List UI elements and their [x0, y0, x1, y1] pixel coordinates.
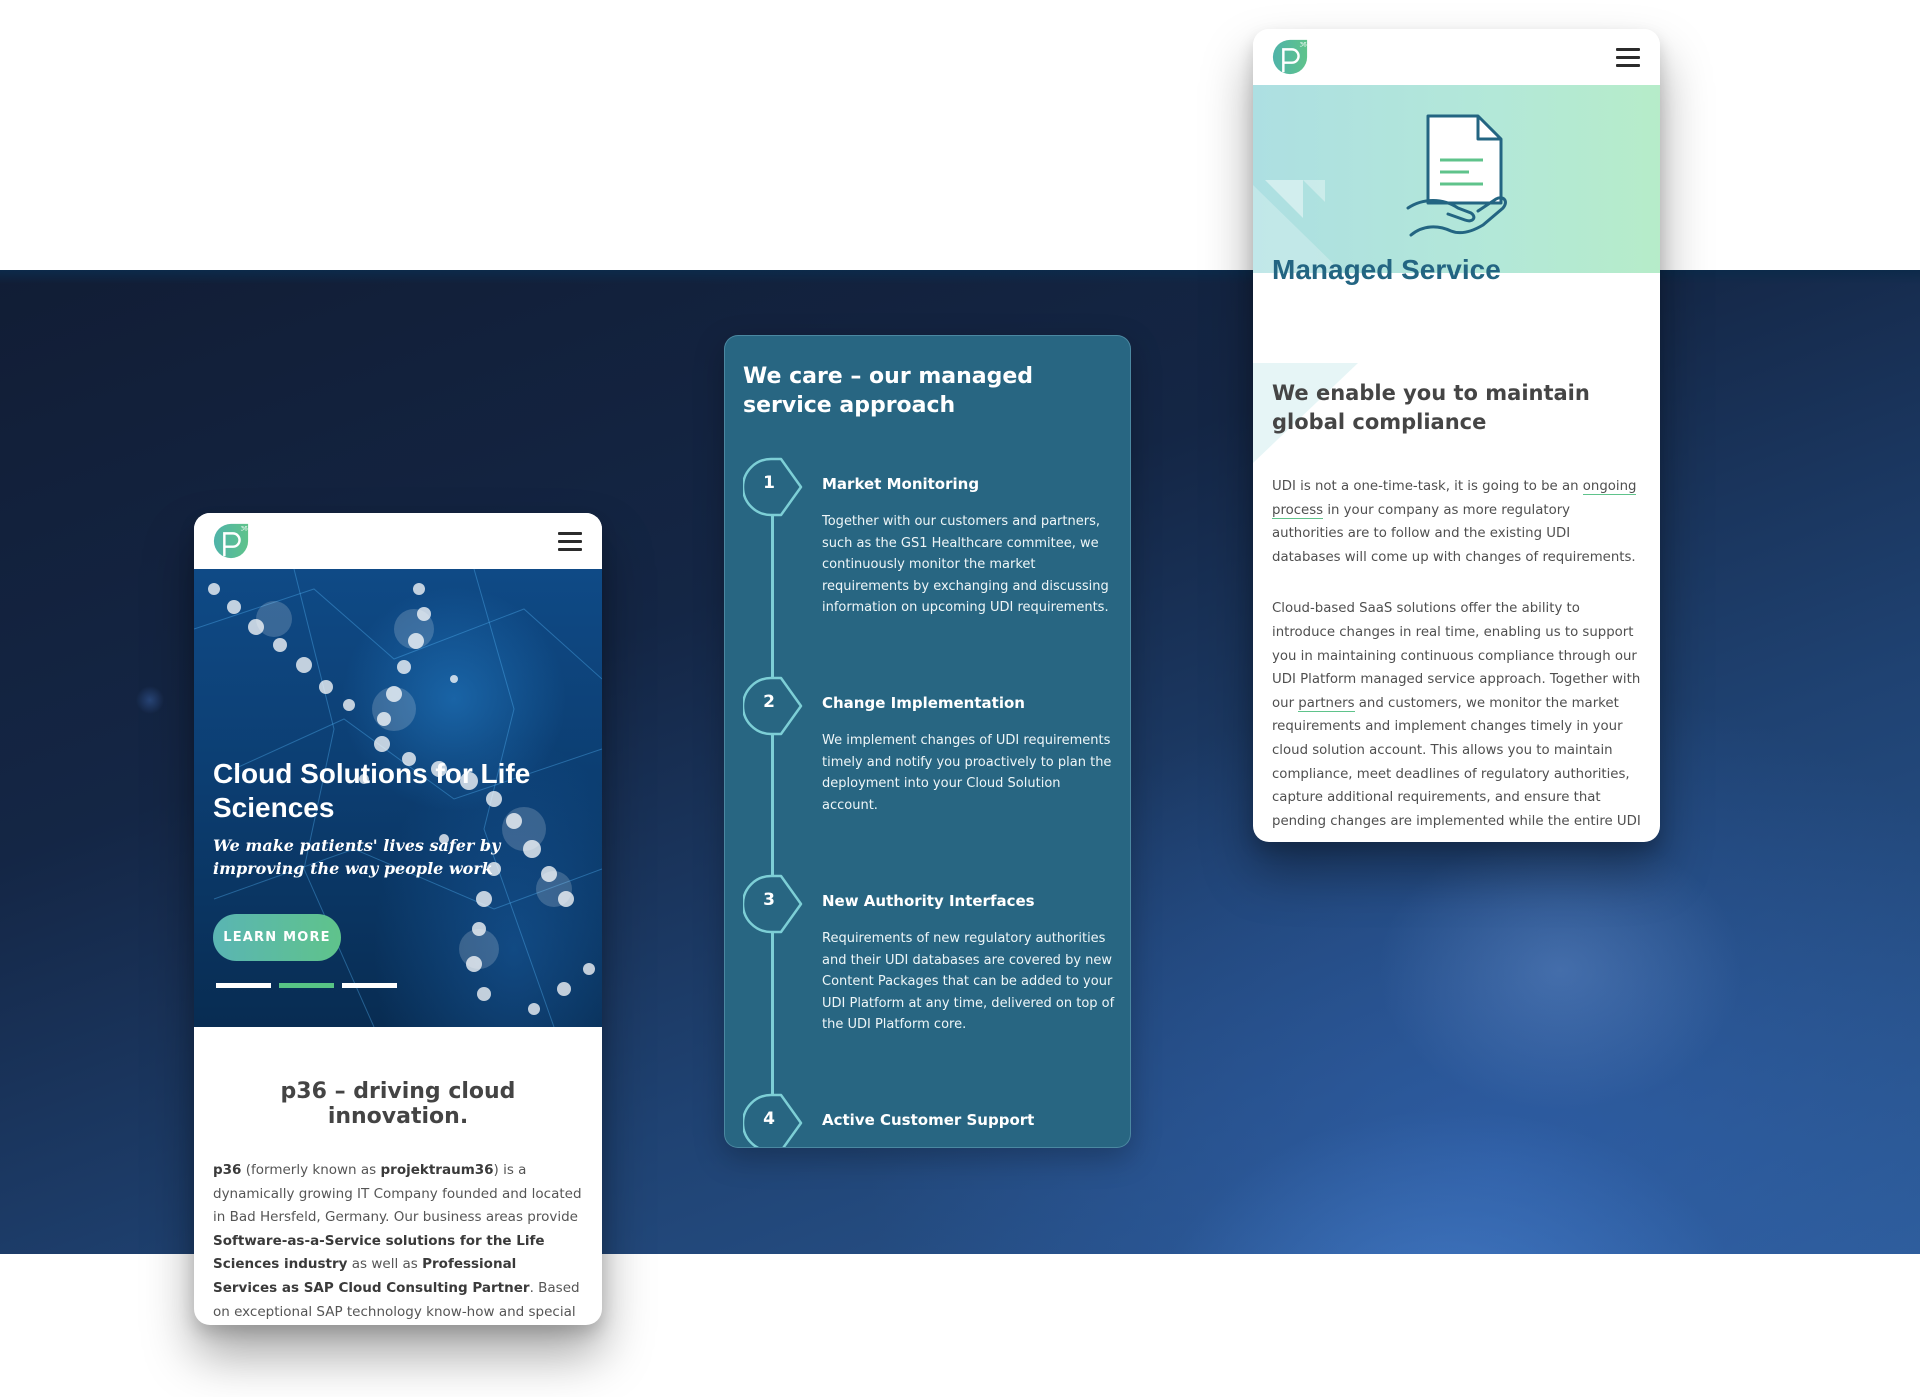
p36-logo-icon[interactable]: 36: [1271, 38, 1309, 76]
timeline-line: [771, 492, 774, 1147]
step-number: 4: [763, 1109, 775, 1129]
step-description: We implement changes of UDI requirements…: [822, 733, 1112, 813]
intro-section: p36 – driving cloud innovation. p36 (for…: [194, 1027, 602, 1325]
document-in-hand-icon: [1406, 114, 1507, 237]
intro-bold-text: projektraum36: [380, 1162, 494, 1178]
managed-service-hero: [1253, 85, 1660, 273]
slider-indicators: [216, 983, 397, 988]
step-number: 1: [763, 473, 775, 493]
hamburger-menu-icon[interactable]: [558, 532, 582, 552]
section-heading: We enable you to maintain global complia…: [1272, 381, 1590, 434]
hero-banner: Cloud Solutions for Life Sciences We mak…: [194, 569, 602, 1027]
intro-title: p36 – driving cloud innovation.: [280, 1079, 516, 1129]
paragraph-1: UDI is not a one-time-task, it is going …: [1272, 475, 1642, 569]
step-title: New Authority Interfaces: [822, 892, 1035, 910]
steps-card-title: We care – our managed service approach: [743, 364, 1034, 418]
intro-text: p36 (formerly known as projektraum36) is…: [213, 1159, 583, 1325]
paragraph-text: UDI is not a one-time-task, it is going …: [1272, 479, 1583, 494]
logo-superscript: 36: [241, 527, 249, 533]
step-description: Together with our customers and partners…: [822, 514, 1109, 615]
hero-subtitle: We make patients' lives safer by improvi…: [213, 836, 501, 878]
mobile-screen-managed-service: 36 Managed Service We enable you to main…: [1253, 29, 1660, 842]
step-title: Active Customer Support: [822, 1111, 1035, 1129]
mobile-screen-home: 36 Cloud Solutions for Life Sciences We …: [194, 513, 602, 1325]
mobile-header: 36: [194, 513, 602, 569]
page-title: Managed Service: [1272, 254, 1501, 285]
paragraph-text: in your company as more regulatory autho…: [1272, 502, 1636, 565]
managed-service-steps-card: We care – our managed service approach 1…: [724, 335, 1131, 1148]
learn-more-button[interactable]: LEARN MORE: [213, 914, 341, 961]
paragraph-text: Cloud-based SaaS solutions offer the abi…: [1272, 601, 1641, 711]
paragraph-2: Cloud-based SaaS solutions offer the abi…: [1272, 597, 1642, 833]
mobile-header: 36: [1253, 29, 1660, 85]
hamburger-menu-icon[interactable]: [1616, 48, 1640, 68]
step-description: Requirements of new regulatory authoriti…: [822, 931, 1115, 1032]
partners-link[interactable]: partners: [1298, 695, 1355, 712]
step-title: Change Implementation: [822, 694, 1025, 712]
p36-logo-icon[interactable]: 36: [212, 522, 250, 560]
intro-text-segment: as well as: [347, 1256, 423, 1273]
intro-text-segment: (formerly known as: [241, 1162, 381, 1178]
step-number: 3: [763, 890, 775, 910]
slide-indicator-3[interactable]: [342, 983, 397, 988]
logo-superscript: 36: [1300, 43, 1308, 49]
managed-service-body: We enable you to maintain global complia…: [1272, 379, 1642, 842]
slide-indicator-2[interactable]: [279, 983, 334, 988]
step-number: 2: [763, 692, 775, 712]
step-title: Market Monitoring: [822, 475, 980, 493]
hero-title: Cloud Solutions for Life Sciences: [213, 758, 531, 823]
slide-indicator-1[interactable]: [216, 983, 271, 988]
intro-bold-text: p36: [213, 1162, 242, 1178]
paragraph-text: and customers, we monitor the market req…: [1272, 695, 1641, 829]
